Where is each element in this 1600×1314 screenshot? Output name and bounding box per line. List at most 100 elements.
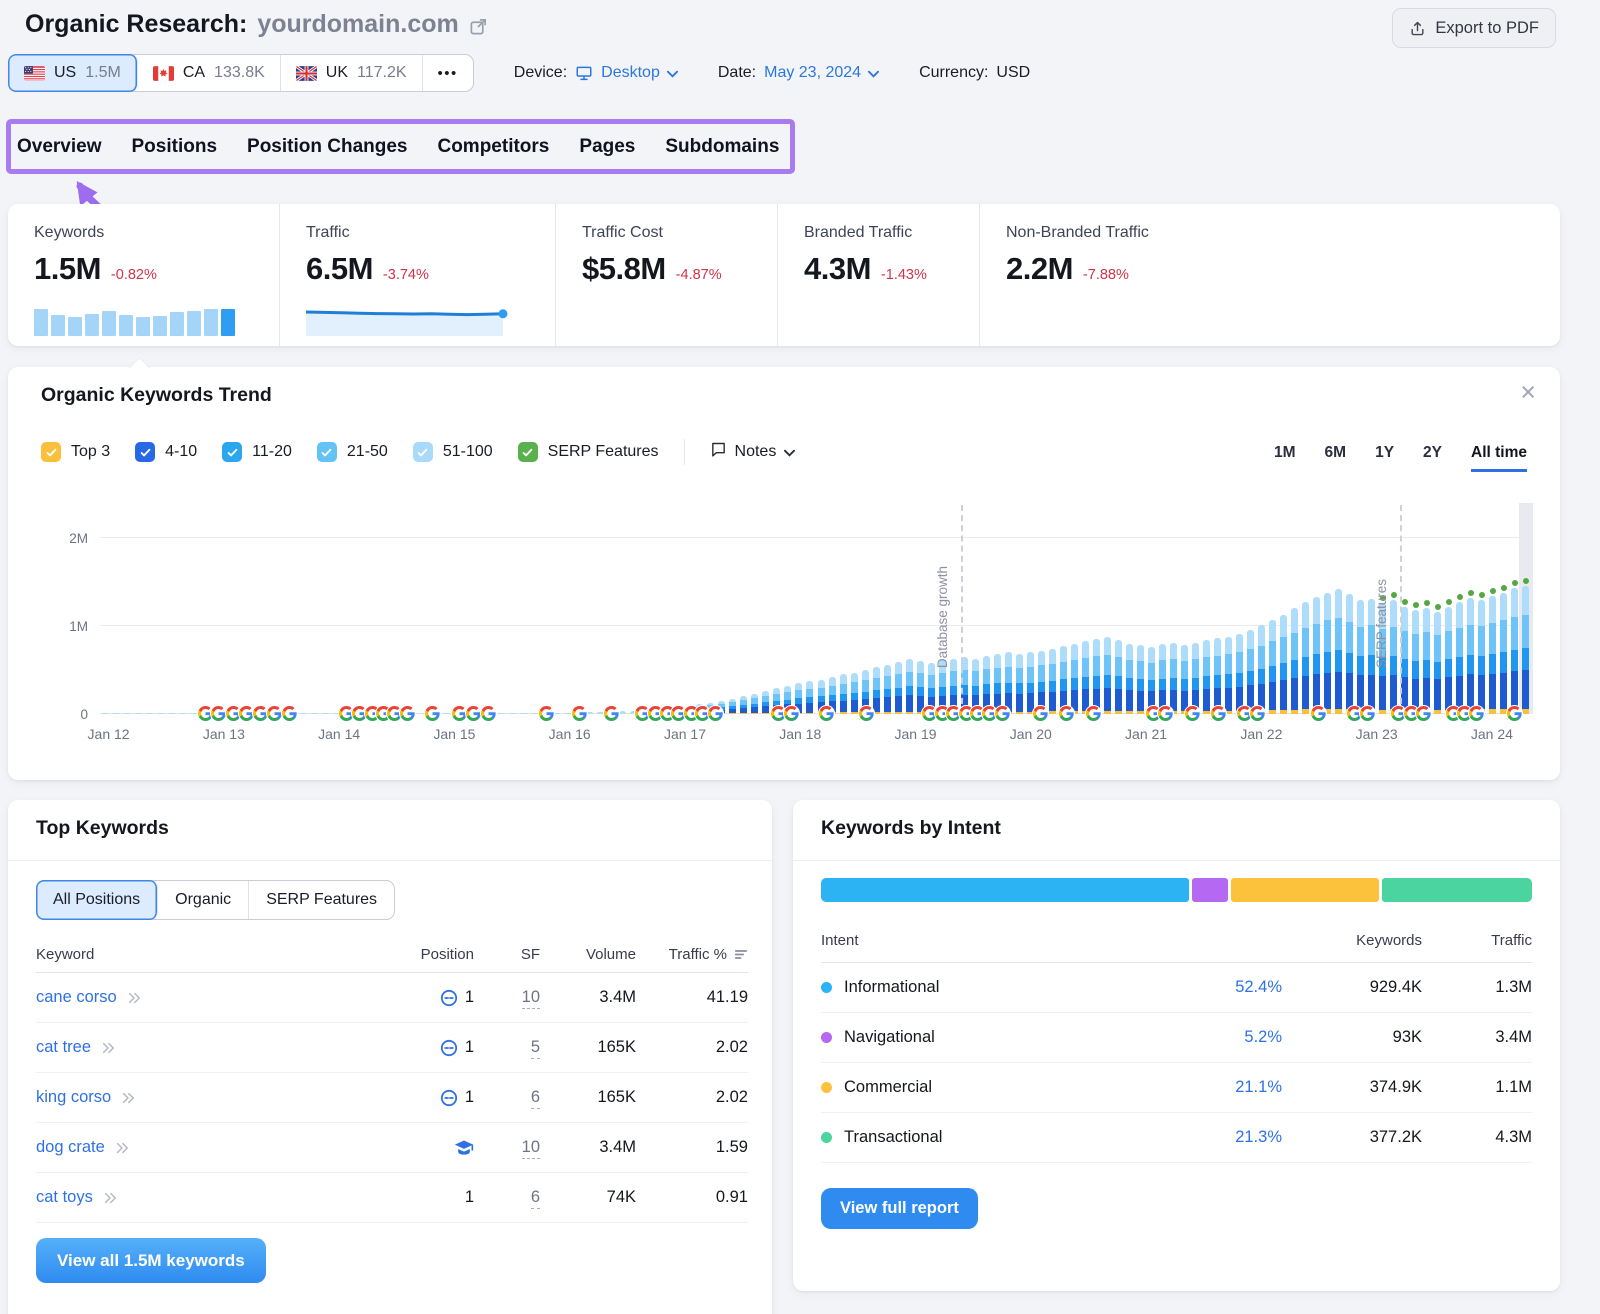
trend-bar[interactable] (1489, 596, 1496, 714)
trend-bar[interactable] (906, 659, 913, 714)
google-update-icon[interactable] (538, 705, 555, 722)
view-all-keywords-button[interactable]: View all 1.5M keywords (36, 1238, 266, 1283)
tab-competitors[interactable]: Competitors (437, 136, 549, 158)
sort-icon[interactable] (734, 948, 748, 961)
intent-percent-link[interactable]: 21.3% (1235, 1128, 1282, 1147)
tk-tab-organic[interactable]: Organic (158, 881, 249, 919)
metric-non-branded-traffic[interactable]: Non-Branded Traffic2.2M-7.88% (980, 204, 1560, 346)
close-icon[interactable]: × (1520, 379, 1536, 406)
google-update-icon[interactable] (707, 705, 724, 722)
intent-percent-link[interactable]: 52.4% (1235, 978, 1282, 997)
export-to-pdf-button[interactable]: Export to PDF (1392, 8, 1556, 48)
trend-bar[interactable] (1093, 639, 1100, 714)
trend-bar[interactable] (509, 713, 516, 715)
trend-bar[interactable] (1148, 647, 1155, 714)
range-1y[interactable]: 1Y (1375, 444, 1394, 472)
legend-toggle-21-50[interactable]: 21-50 (317, 442, 388, 462)
trend-bar[interactable] (1423, 608, 1430, 714)
trend-bar[interactable] (851, 673, 858, 714)
trend-bar[interactable] (146, 713, 153, 715)
device-filter[interactable]: Device: Desktop (514, 64, 678, 82)
trend-bar[interactable] (443, 713, 450, 715)
google-update-icon[interactable] (424, 705, 441, 722)
sitelinks-icon[interactable] (440, 1089, 458, 1107)
google-update-icon[interactable] (1032, 705, 1049, 722)
google-update-icon[interactable] (480, 705, 497, 722)
google-update-icon[interactable] (1210, 705, 1227, 722)
double-chevron-icon[interactable] (121, 1092, 135, 1104)
tab-positions[interactable]: Positions (132, 136, 218, 158)
keyword-link[interactable]: cat toys (36, 1188, 93, 1207)
trend-bar[interactable] (740, 696, 747, 714)
legend-toggle-serp-features[interactable]: SERP Features (518, 442, 659, 462)
intent-bar-segment-informational[interactable] (821, 878, 1189, 902)
sf-value[interactable]: 10 (522, 988, 540, 1009)
trend-bar[interactable] (840, 674, 847, 714)
view-full-report-button[interactable]: View full report (821, 1188, 978, 1229)
google-update-icon[interactable] (858, 705, 875, 722)
country-tab-us[interactable]: US1.5M (8, 54, 138, 92)
date-value[interactable]: May 23, 2024 (764, 64, 879, 82)
trend-bar[interactable] (1236, 634, 1243, 714)
google-update-icon[interactable] (1506, 705, 1523, 722)
trend-bar[interactable] (1225, 637, 1232, 714)
google-update-icon[interactable] (818, 705, 835, 722)
trend-bar[interactable] (1478, 600, 1485, 714)
trend-bar[interactable] (1082, 641, 1089, 714)
tk-tab-serp-features[interactable]: SERP Features (249, 881, 394, 919)
trend-bar[interactable] (135, 713, 142, 715)
sf-value[interactable]: 5 (531, 1038, 540, 1059)
google-update-icon[interactable] (603, 705, 620, 722)
google-update-icon[interactable] (571, 705, 588, 722)
intent-distribution-bar[interactable] (821, 878, 1532, 902)
trend-bar[interactable] (1456, 602, 1463, 714)
trend-bar[interactable] (168, 713, 175, 715)
trend-bar[interactable] (113, 713, 120, 715)
legend-toggle-11-20[interactable]: 11-20 (222, 442, 292, 462)
sitelinks-icon[interactable] (440, 989, 458, 1007)
intent-percent-link[interactable]: 21.1% (1235, 1078, 1282, 1097)
sitelinks-icon[interactable] (440, 1039, 458, 1057)
google-update-icon[interactable] (1359, 705, 1376, 722)
trend-bar[interactable] (1302, 602, 1309, 714)
intent-bar-segment-transactional[interactable] (1382, 878, 1532, 902)
sf-value[interactable]: 6 (531, 1088, 540, 1109)
sf-value[interactable]: 6 (531, 1188, 540, 1209)
trend-bar[interactable] (1170, 643, 1177, 714)
tab-overview[interactable]: Overview (17, 136, 102, 158)
google-update-icon[interactable] (994, 705, 1011, 722)
keyword-link[interactable]: cat tree (36, 1038, 91, 1057)
trend-bar[interactable] (806, 681, 813, 714)
trend-bar[interactable] (729, 699, 736, 714)
trend-bar[interactable] (1214, 638, 1221, 714)
google-update-icon[interactable] (1249, 705, 1266, 722)
trend-bar[interactable] (1313, 597, 1320, 714)
trend-bar[interactable] (1401, 607, 1408, 714)
trend-bar[interactable] (1104, 637, 1111, 714)
range-all-time[interactable]: All time (1471, 444, 1527, 472)
trend-bar[interactable] (762, 691, 769, 714)
trend-bar[interactable] (1203, 640, 1210, 714)
trend-bar[interactable] (179, 713, 186, 715)
metric-keywords[interactable]: Keywords1.5M-0.82% (8, 204, 280, 346)
trend-bar[interactable] (1192, 643, 1199, 714)
intent-percent-link[interactable]: 5.2% (1244, 1028, 1282, 1047)
google-update-icon[interactable] (1184, 705, 1201, 722)
trend-bar[interactable] (124, 713, 131, 715)
trend-bar[interactable] (1071, 644, 1078, 714)
tab-pages[interactable]: Pages (579, 136, 635, 158)
double-chevron-icon[interactable] (127, 992, 141, 1004)
keyword-link[interactable]: king corso (36, 1088, 111, 1107)
google-update-icon[interactable] (1157, 705, 1174, 722)
trend-bar[interactable] (619, 711, 626, 714)
range-6m[interactable]: 6M (1325, 444, 1347, 472)
trend-bar[interactable] (1357, 600, 1364, 714)
more-countries-button[interactable]: ••• (423, 55, 473, 91)
notes-dropdown[interactable]: Notes (710, 441, 796, 463)
trend-bar[interactable] (1280, 615, 1287, 714)
google-update-icon[interactable] (399, 705, 416, 722)
col-volume[interactable]: Volume (586, 946, 636, 963)
col-traffic-pct[interactable]: Traffic % (669, 946, 748, 963)
keyword-link[interactable]: cane corso (36, 988, 117, 1007)
trend-bar[interactable] (1445, 607, 1452, 714)
